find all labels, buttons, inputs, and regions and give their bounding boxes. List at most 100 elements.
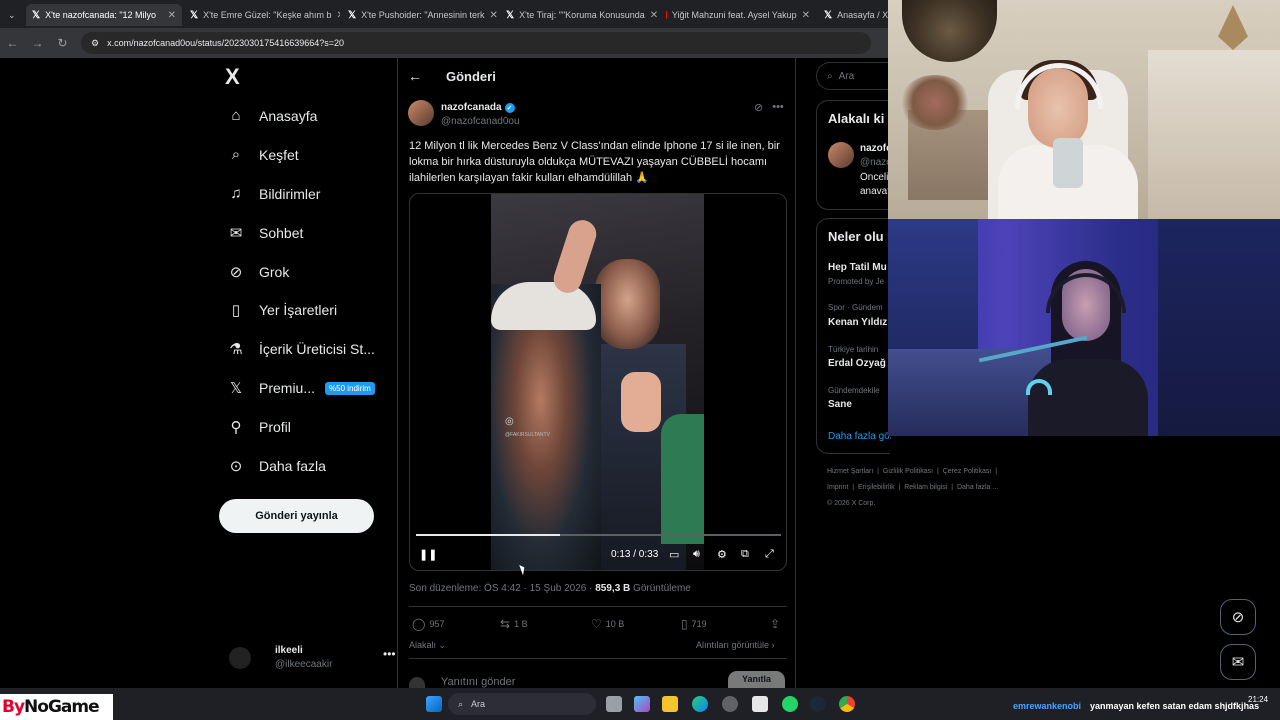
trend-item[interactable]: Kenan Yıldız — [828, 317, 891, 328]
footer-link[interactable]: Erişilebilirlik — [858, 484, 895, 491]
related-dropdown[interactable]: Alakalı ⌄ — [409, 640, 446, 651]
related-user-name[interactable]: nazofc — [860, 143, 891, 154]
copilot-icon[interactable] — [634, 696, 650, 712]
bookmark-icon: ▯ — [681, 617, 688, 631]
steam-icon[interactable] — [810, 696, 826, 712]
fullscreen-icon[interactable]: ⤢ — [765, 548, 774, 561]
footer-link[interactable]: Reklam bilgisi — [904, 484, 947, 491]
tab-close-icon[interactable]: ✕ — [490, 10, 498, 21]
tab-6[interactable]: 𝕏 Anasayfa / X — [818, 4, 890, 26]
tab-2[interactable]: 𝕏 X'te Emre Güzel: "Keşke ahım b ✕ — [184, 4, 340, 26]
more-dots-icon[interactable]: ••• — [772, 101, 784, 114]
footer-link[interactable]: Gizlilik Politikası — [883, 468, 933, 475]
volume-icon[interactable]: 🔊︎ — [693, 548, 700, 561]
edge-icon[interactable] — [692, 696, 708, 712]
post-button[interactable]: Gönderi yayınla — [219, 499, 374, 533]
premium-discount-badge: %50 indirim — [325, 381, 375, 395]
account-switcher[interactable]: ilkeeli @ilkeecaakir ••• — [229, 643, 396, 673]
author-name[interactable]: nazofcanada ✓ — [441, 102, 515, 113]
tab-list-button[interactable]: ⌄ — [2, 4, 22, 26]
nav-item-premium[interactable]: 𝕏 Premiu... %50 indirim — [227, 379, 375, 397]
share-button[interactable]: ⇪ — [770, 617, 780, 631]
nav-item-explore[interactable]: ⌕ Keşfet — [227, 146, 299, 163]
grok-icon: ⊘ — [229, 264, 243, 281]
footer-link[interactable]: Daha fazla ... — [957, 484, 998, 491]
store-icon[interactable] — [752, 696, 768, 712]
nav-item-notifications[interactable]: ♫ Bildirimler — [227, 185, 320, 202]
related-user-handle: @nazo — [860, 157, 891, 168]
taskbar-search[interactable]: ⌕ Ara — [448, 693, 596, 715]
picture-in-picture-icon[interactable]: ⧉ — [741, 548, 749, 561]
video-time: 0:13 / 0:33 — [611, 549, 659, 560]
tab-5[interactable]: Yiğit Mahzuni feat. Aysel Yakup ✕ — [660, 4, 816, 26]
file-explorer-icon[interactable] — [662, 696, 678, 712]
windows-taskbar: By NoGame ⌕ Ara emrewankenobi yanmayan ke… — [0, 688, 1280, 720]
whatsapp-icon[interactable] — [782, 696, 798, 712]
pause-icon[interactable]: ❚❚ — [419, 548, 437, 561]
video-player[interactable]: ◎ @FAKIRSULTANTV ❚❚ 0:13 / 0:33 ▭ 🔊︎ ⚙ ⧉… — [409, 193, 787, 571]
tab-3[interactable]: 𝕏 X'te Pushoider: "Annesinin terk ✕ — [342, 4, 498, 26]
nav-item-label: Keşfet — [259, 146, 299, 163]
back-arrow-icon[interactable]: ← — [408, 68, 422, 84]
app-icon[interactable] — [722, 696, 738, 712]
tab-1[interactable]: 𝕏 X'te nazofcanada: "12 Milyo ✕ — [26, 4, 182, 26]
video-progress-fill — [416, 534, 560, 536]
tab-close-icon[interactable]: ✕ — [802, 10, 810, 21]
task-view-icon[interactable] — [606, 696, 622, 712]
reply-input[interactable]: Yanıtını gönder — [441, 676, 515, 688]
tab-title: X'te Pushoider: "Annesinin terk — [361, 10, 485, 20]
nav-item-bookmarks[interactable]: ▯ Yer İşaretleri — [227, 301, 337, 319]
back-arrow-icon[interactable]: ← — [0, 36, 25, 50]
footer-link[interactable]: Çerez Politikası — [943, 468, 992, 475]
nav-item-more[interactable]: ⊙ Daha fazla — [227, 457, 326, 475]
grok-icon[interactable]: ⊘ — [754, 101, 763, 114]
trend-category: Gündemdekile — [828, 386, 880, 395]
tab-4[interactable]: 𝕏 X'te Tiraj: ""Koruma Konusunda ✕ — [500, 4, 658, 26]
card-title: Alakalı ki — [828, 111, 885, 126]
like-button[interactable]: ♡ 10 B — [591, 617, 624, 631]
reload-icon[interactable]: ↻ — [50, 36, 75, 50]
forward-arrow-icon[interactable]: → — [25, 36, 50, 50]
verified-check-icon: ✓ — [504, 102, 515, 113]
more-dots-icon[interactable]: ••• — [383, 647, 396, 661]
show-more-link[interactable]: Daha fazla göster — [828, 431, 891, 442]
bookmark-button[interactable]: ▯ 719 — [681, 617, 707, 631]
nav-item-home[interactable]: ⌂ Anasayfa — [227, 107, 317, 124]
avatar[interactable] — [828, 142, 854, 168]
nav-item-grok[interactable]: ⊘ Grok — [227, 263, 290, 281]
url-input[interactable]: ⚙ x.com/nazofcanad0ou/status/20230301754… — [81, 32, 871, 54]
nav-item-chat[interactable]: ✉ Sohbet — [227, 224, 304, 242]
trend-item[interactable]: Erdal Özyağ — [828, 358, 891, 369]
reply-submit-button[interactable]: Yanıtla — [728, 671, 785, 688]
x-logo-icon[interactable]: X — [225, 64, 240, 90]
x-favicon-icon: 𝕏 — [190, 9, 199, 21]
captions-icon[interactable]: ▭ — [669, 548, 679, 561]
author-handle[interactable]: @nazofcanad0ou — [441, 116, 520, 127]
view-quotes-link[interactable]: Alıntıları görüntüle › — [696, 640, 775, 650]
nav-item-creator-studio[interactable]: ⚗ İçerik Üreticisi St... — [227, 340, 375, 358]
messages-float-button[interactable]: ✉ — [1220, 644, 1256, 680]
grok-float-button[interactable]: ⊘ — [1220, 599, 1256, 635]
trend-item[interactable]: Hep Tatil Mu — [828, 262, 891, 273]
taskbar-search-label: Ara — [471, 699, 486, 709]
nav-item-label: Premiu... — [259, 380, 316, 396]
video-progress-bar[interactable] — [416, 534, 781, 536]
tab-close-icon[interactable]: ✕ — [337, 10, 340, 21]
author-avatar[interactable] — [408, 100, 434, 126]
nav-item-profile[interactable]: ⚲ Profil — [227, 418, 291, 436]
tab-close-icon[interactable]: ✕ — [168, 10, 176, 21]
footer-link[interactable]: Imprint — [827, 484, 848, 491]
site-info-icon[interactable]: ⚙ — [91, 38, 99, 49]
view-label: Görüntüleme — [630, 583, 691, 594]
left-navigation: X ⌂ Anasayfa ⌕ Keşfet ♫ Bildirimler ✉ So… — [215, 58, 397, 688]
repost-button[interactable]: ⇆ 1 B — [500, 617, 528, 631]
footer-link[interactable]: Hizmet Şartları — [827, 468, 873, 475]
tab-close-icon[interactable]: ✕ — [650, 10, 658, 21]
search-input[interactable]: ⌕ Ara — [816, 62, 890, 90]
chrome-icon[interactable] — [839, 696, 855, 712]
reply-button[interactable]: ◯ 957 — [412, 617, 444, 631]
trend-item[interactable]: Sane — [828, 399, 891, 410]
windows-start-icon[interactable] — [426, 696, 442, 712]
tab-title: X'te Tiraj: ""Koruma Konusunda — [519, 10, 645, 20]
settings-gear-icon[interactable]: ⚙ — [717, 548, 727, 561]
